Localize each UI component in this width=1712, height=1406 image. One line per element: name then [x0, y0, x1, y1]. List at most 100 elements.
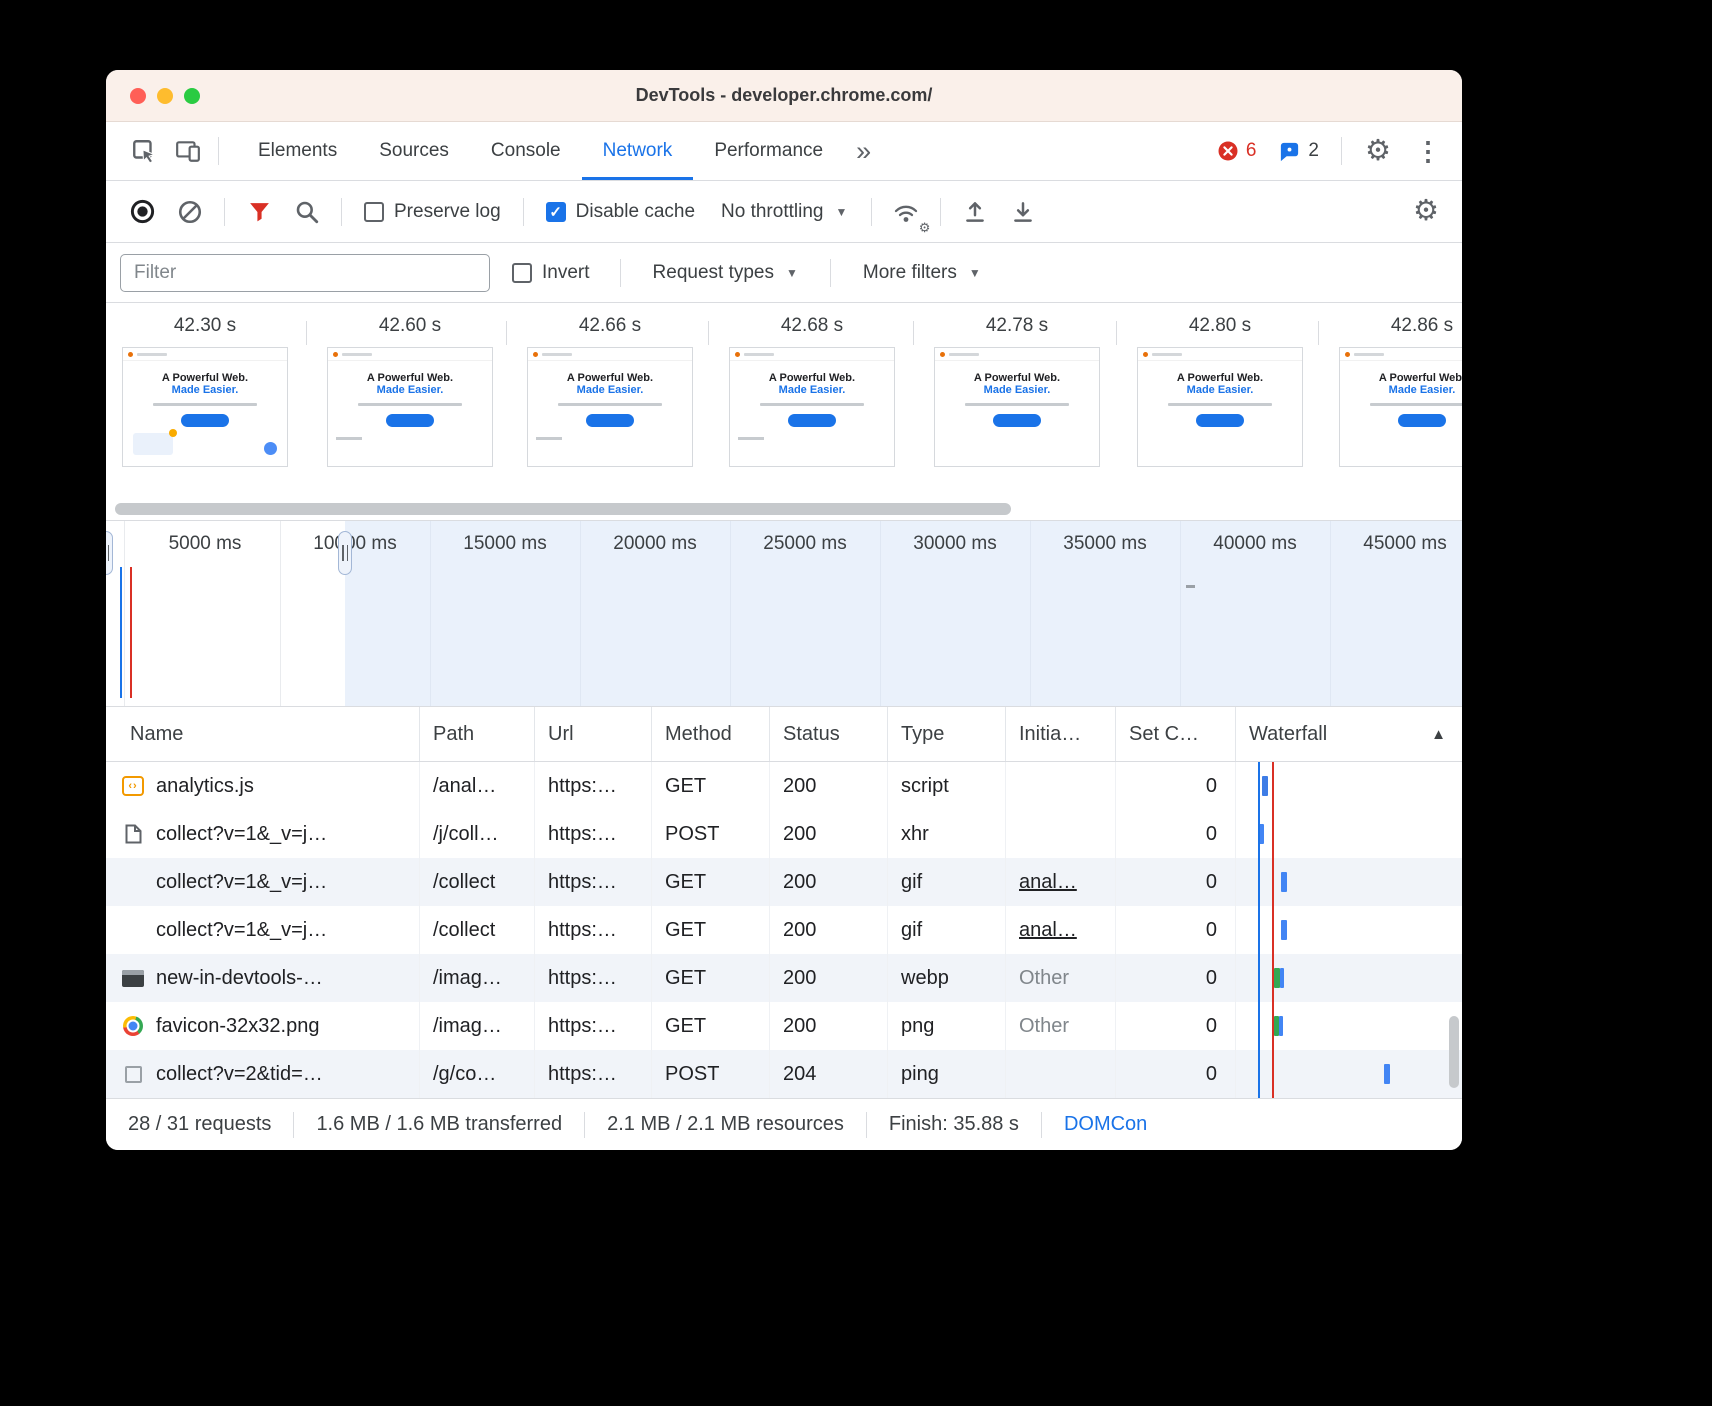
filter-toggle-button[interactable]: [237, 190, 281, 234]
tab-sources[interactable]: Sources: [358, 122, 470, 180]
filmstrip-frame[interactable]: 42.66 s A Powerful Web. Made Easier.: [527, 315, 693, 467]
chrome-favicon-icon: [122, 1015, 144, 1037]
column-header-set-cookies[interactable]: Set C…: [1116, 707, 1236, 761]
filmstrip-frame[interactable]: 42.68 s A Powerful Web. Made Easier.: [729, 315, 895, 467]
cell-status: 200: [770, 954, 888, 1002]
device-toolbar-button[interactable]: [166, 129, 210, 173]
import-har-button[interactable]: [953, 190, 997, 234]
thumb-header: [730, 348, 894, 361]
throttling-select[interactable]: No throttling ▼: [709, 201, 859, 223]
vertical-scrollbar[interactable]: [1449, 1016, 1459, 1088]
customize-devtools-menu-button[interactable]: ⋮: [1406, 129, 1450, 173]
waterfall-bar: [1262, 776, 1268, 796]
close-window-button[interactable]: [130, 88, 146, 104]
thumb-header: [528, 348, 692, 361]
cell-set-cookies: 0: [1116, 858, 1236, 906]
waterfall-bar: [1281, 872, 1287, 892]
thumb-heading: A Powerful Web.: [1340, 372, 1462, 384]
export-har-button[interactable]: [1001, 190, 1045, 234]
initiator-link[interactable]: anal…: [1019, 919, 1077, 942]
disable-cache-label: Disable cache: [576, 201, 695, 223]
column-header-status[interactable]: Status: [770, 707, 888, 761]
filmstrip-frame[interactable]: 42.30 s A Powerful Web. Made Easier.: [122, 315, 288, 467]
request-types-select[interactable]: Request types ▼: [641, 262, 810, 284]
requests-summary: 28 / 31 requests: [128, 1113, 271, 1136]
issues-button[interactable]: 2: [1270, 140, 1327, 163]
error-badge[interactable]: 6: [1209, 140, 1265, 162]
cell-name: analytics.js: [106, 762, 420, 810]
network-conditions-button[interactable]: ⚙: [884, 190, 928, 234]
tab-console[interactable]: Console: [470, 122, 582, 180]
filmstrip-frame[interactable]: 42.86 s A Powerful Web. Made Easier.: [1339, 315, 1462, 467]
thumb-cta-button: [586, 414, 634, 427]
error-icon: [1217, 140, 1239, 162]
cell-status: 200: [770, 810, 888, 858]
clear-network-log-button[interactable]: [168, 190, 212, 234]
thumb-subheading: Made Easier.: [328, 384, 492, 396]
thumb-heading: A Powerful Web.: [123, 372, 287, 384]
initiator-link[interactable]: anal…: [1019, 871, 1077, 894]
cell-type: png: [888, 1002, 1006, 1050]
thumb-header: [328, 348, 492, 361]
waterfall-bar: [1281, 920, 1287, 940]
cell-initiator: anal…: [1006, 906, 1116, 954]
tab-elements[interactable]: Elements: [237, 122, 358, 180]
more-filters-select[interactable]: More filters ▼: [851, 262, 993, 284]
cell-method: POST: [652, 1050, 770, 1098]
cell-name: new-in-devtools-…: [106, 954, 420, 1002]
cell-status: 200: [770, 858, 888, 906]
cell-set-cookies: 0: [1116, 1050, 1236, 1098]
settings-gear-button[interactable]: ⚙: [1356, 129, 1400, 173]
inspect-element-button[interactable]: [122, 129, 166, 173]
column-header-url[interactable]: Url: [535, 707, 652, 761]
filmstrip-frame[interactable]: 42.78 s A Powerful Web. Made Easier.: [934, 315, 1100, 467]
invert-toggle[interactable]: Invert: [502, 262, 600, 284]
tab-performance[interactable]: Performance: [693, 122, 844, 180]
column-header-path[interactable]: Path: [420, 707, 535, 761]
cell-path: /imag…: [420, 954, 535, 1002]
filmstrip: 42.30 s A Powerful Web. Made Easier. 42.…: [106, 303, 1462, 520]
cell-type: gif: [888, 906, 1006, 954]
thumb-cta-button: [993, 414, 1041, 427]
script-file-icon: [122, 776, 144, 796]
divider: [341, 198, 342, 226]
search-network-button[interactable]: [285, 190, 329, 234]
filmstrip-frame[interactable]: 42.60 s A Powerful Web. Made Easier.: [327, 315, 493, 467]
upload-icon: [962, 199, 988, 225]
range-handle-left[interactable]: [106, 531, 113, 575]
thumb-featured-label: [336, 437, 362, 440]
time-tick-label: 10000 ms: [313, 533, 396, 555]
sort-ascending-icon: ▲: [1431, 726, 1446, 743]
throttling-value: No throttling: [721, 201, 823, 223]
load-marker-line: [1272, 762, 1274, 1098]
zoom-window-button[interactable]: [184, 88, 200, 104]
column-header-type[interactable]: Type: [888, 707, 1006, 761]
preserve-log-toggle[interactable]: Preserve log: [354, 201, 511, 223]
error-count: 6: [1246, 140, 1257, 162]
cell-status: 204: [770, 1050, 888, 1098]
column-header-initiator[interactable]: Initia…: [1006, 707, 1116, 761]
disable-cache-toggle[interactable]: ✓ Disable cache: [536, 201, 705, 223]
cell-status: 200: [770, 1002, 888, 1050]
column-header-name[interactable]: Name: [106, 707, 420, 761]
cell-initiator: [1006, 762, 1116, 810]
horizontal-scrollbar[interactable]: [115, 503, 1011, 515]
column-header-waterfall[interactable]: Waterfall ▲: [1236, 707, 1462, 761]
cell-name: collect?v=1&_v=j…: [106, 906, 420, 954]
thumb-text-line: [1370, 403, 1462, 406]
network-settings-button[interactable]: ⚙: [1404, 190, 1448, 234]
resources-summary: 2.1 MB / 2.1 MB resources: [607, 1113, 844, 1136]
chevron-down-icon: ▼: [969, 266, 981, 280]
divider: [523, 198, 524, 226]
timeline-overview[interactable]: 5000 ms 10000 ms 15000 ms 20000 ms 25000…: [106, 520, 1462, 707]
range-handle-right[interactable]: [338, 531, 352, 575]
cell-waterfall: [1236, 810, 1462, 858]
more-tabs-button[interactable]: »: [844, 122, 883, 180]
record-network-log-button[interactable]: [120, 190, 164, 234]
column-header-method[interactable]: Method: [652, 707, 770, 761]
request-types-label: Request types: [653, 262, 774, 284]
minimize-window-button[interactable]: [157, 88, 173, 104]
filmstrip-frame[interactable]: 42.80 s A Powerful Web. Made Easier.: [1137, 315, 1303, 467]
filter-input[interactable]: [120, 254, 490, 292]
tab-network[interactable]: Network: [582, 122, 694, 180]
